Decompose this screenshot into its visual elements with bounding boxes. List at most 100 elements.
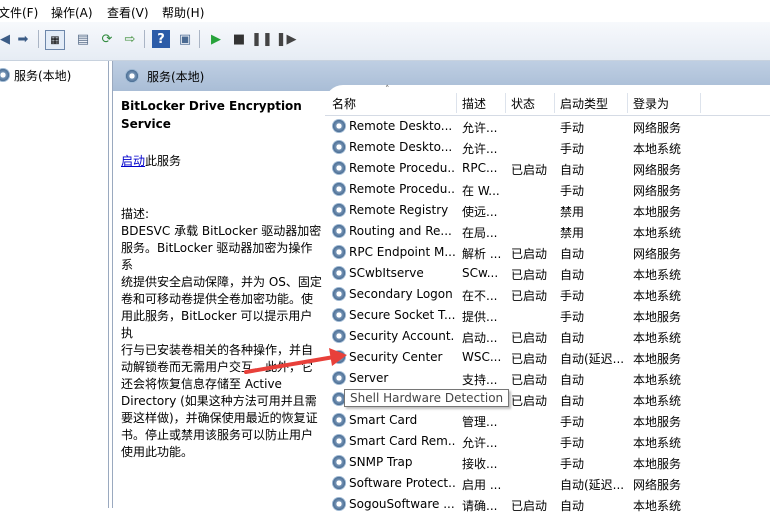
show-tree-icon[interactable]: ▦ — [45, 30, 65, 50]
menu-view[interactable]: 查看(V) — [107, 4, 149, 21]
description-text: BDESVC 承载 BitLocker 驱动器加密 服务。BitLocker 驱动… — [121, 223, 323, 461]
service-title-line: Service — [121, 117, 171, 131]
description-line: Directory (如果这种方法可用并且需 — [121, 394, 317, 408]
description-line: 统提供安全启动保障，并为 OS、固定 — [121, 275, 322, 289]
gear-icon — [0, 68, 10, 82]
menu-help[interactable]: 帮助(H) — [162, 4, 204, 21]
service-title: BitLocker Drive Encryption Service — [121, 97, 323, 133]
service-name: Secure Socket T... — [349, 308, 455, 322]
service-logon-as: 本地系统 — [633, 499, 682, 513]
column-divider[interactable] — [627, 93, 628, 113]
tree-item-local-services[interactable]: 服务(本地) — [0, 66, 71, 84]
forward-icon[interactable]: ➡ — [14, 30, 32, 48]
start-service-icon[interactable]: ▶ — [207, 30, 225, 48]
service-row[interactable]: Remote Registry 使远... 禁用 本地服务 — [325, 200, 770, 221]
service-name: Routing and Re... — [349, 224, 452, 238]
service-row[interactable]: Secondary Logon 在不... 已启动 手动 本地系统 — [325, 284, 770, 305]
service-name: Software Protect... — [349, 476, 455, 490]
service-row[interactable]: Smart Card 管理... 手动 本地服务 — [325, 410, 770, 431]
column-divider[interactable] — [456, 93, 457, 113]
service-row[interactable]: Remote Procedu... 在 W... 手动 网络服务 — [325, 179, 770, 200]
list-header: 名称 ˄ 描述 状态 启动类型 登录为 — [325, 85, 770, 116]
service-startup-type: 手动 — [560, 436, 585, 450]
service-status: 已启动 — [511, 373, 548, 387]
gear-icon — [332, 140, 346, 154]
service-row[interactable]: Remote Procedu... RPC... 已启动 自动 网络服务 — [325, 158, 770, 179]
toolbar-separator — [38, 30, 39, 48]
column-header-desc[interactable]: 描述 — [462, 95, 486, 112]
service-desc: 支持... — [462, 373, 498, 387]
service-logon-as: 本地服务 — [633, 205, 682, 219]
refresh-icon[interactable]: ⟳ — [98, 30, 116, 48]
service-row[interactable]: Remote Deskto... 允许... 手动 本地系统 — [325, 137, 770, 158]
stop-service-icon[interactable]: ■ — [230, 30, 248, 48]
column-header-status[interactable]: 状态 — [511, 95, 535, 112]
column-divider[interactable] — [554, 93, 555, 113]
service-row[interactable]: Server 支持... 已启动 自动 本地系统 — [325, 368, 770, 389]
description-line: 要这样做)，并确保使用最近的恢复证 — [121, 411, 318, 425]
service-row[interactable]: SCwbItserve SCw... 已启动 自动 本地系统 — [325, 263, 770, 284]
description-line: 行与已安装卷相关的各种操作，并自 — [121, 343, 314, 357]
service-row[interactable]: SogouSoftware ... 请确... 已启动 自动 本地系统 — [325, 494, 770, 515]
help-icon[interactable]: ? — [152, 30, 170, 48]
toolbar-separator — [144, 30, 145, 48]
pause-service-icon[interactable]: ❚❚ — [251, 30, 273, 48]
service-name: Server — [349, 371, 389, 385]
column-header-logon[interactable]: 登录为 — [633, 95, 669, 112]
description-body: 描述: BDESVC 承载 BitLocker 驱动器加密 服务。BitLocke… — [121, 206, 323, 461]
service-row[interactable]: Remote Deskto... 允许... 手动 网络服务 — [325, 116, 770, 137]
services-panel: 服务(本地) BitLocker Drive Encryption Servic… — [112, 61, 770, 513]
sort-ascending-icon: ˄ — [385, 85, 390, 95]
toolbar-separator — [199, 30, 200, 48]
column-header-startup[interactable]: 启动类型 — [560, 95, 608, 112]
console-icon[interactable]: ▣ — [176, 30, 194, 48]
gear-icon — [332, 329, 346, 343]
service-startup-type: 自动 — [560, 373, 585, 387]
service-name-tooltip: Shell Hardware Detection — [344, 389, 510, 407]
gear-icon — [332, 245, 346, 259]
service-title-line: BitLocker Drive Encryption — [121, 99, 302, 113]
toolbar: ◀ ➡ ▦ ▤ ⟳ ⇨ ? ▣ ▶ ■ ❚❚ ❚▶ — [0, 22, 770, 61]
service-row[interactable]: Smart Card Rem... 允许... 手动 本地系统 — [325, 431, 770, 452]
service-row[interactable]: Routing and Re... 在局... 禁用 本地系统 — [325, 221, 770, 242]
column-divider[interactable] — [700, 93, 701, 113]
column-divider[interactable] — [505, 93, 506, 113]
service-logon-as: 网络服务 — [633, 247, 682, 261]
service-logon-as: 本地系统 — [633, 331, 682, 345]
service-status: 已启动 — [511, 352, 548, 366]
service-row[interactable]: Security Center WSC... 已启动 自动(延迟... 本地服务 — [325, 347, 770, 368]
gear-icon — [332, 434, 346, 448]
service-logon-as: 本地服务 — [633, 457, 682, 471]
menu-bar: 文件(F) 操作(A) 查看(V) 帮助(H) — [0, 0, 770, 22]
gear-icon — [332, 413, 346, 427]
service-logon-as: 网络服务 — [633, 184, 682, 198]
menu-action[interactable]: 操作(A) — [51, 4, 93, 21]
column-header-name[interactable]: 名称 — [332, 95, 356, 112]
start-service-link[interactable]: 启动 — [121, 154, 145, 168]
gear-icon — [332, 350, 346, 364]
service-row[interactable]: SNMP Trap 接收... 手动 本地服务 — [325, 452, 770, 473]
service-logon-as: 本地服务 — [633, 352, 682, 366]
service-startup-type: 自动 — [560, 247, 585, 261]
service-name: SNMP Trap — [349, 455, 413, 469]
service-desc: 启动... — [462, 331, 498, 345]
service-desc: 允许... — [462, 121, 498, 135]
service-row[interactable]: Software Protect... 启用 ... 自动(延迟... 网络服务 — [325, 473, 770, 494]
service-logon-as: 本地系统 — [633, 226, 682, 240]
service-name: Remote Deskto... — [349, 119, 453, 133]
service-name: Remote Procedu... — [349, 161, 455, 175]
service-startup-type: 禁用 — [560, 205, 585, 219]
back-icon[interactable]: ◀ — [0, 30, 14, 48]
restart-service-icon[interactable]: ❚▶ — [276, 30, 297, 48]
service-logon-as: 本地系统 — [633, 289, 682, 303]
menu-file[interactable]: 文件(F) — [0, 4, 38, 21]
service-name: SogouSoftware ... — [349, 497, 455, 511]
gear-icon — [332, 371, 346, 385]
properties-icon[interactable]: ▤ — [74, 30, 92, 48]
service-row[interactable]: RPC Endpoint M... 解析 ... 已启动 自动 网络服务 — [325, 242, 770, 263]
service-row[interactable]: Secure Socket T... 提供... 手动 本地服务 — [325, 305, 770, 326]
service-logon-as: 本地系统 — [633, 394, 682, 408]
export-icon[interactable]: ⇨ — [121, 30, 139, 48]
service-row[interactable]: Security Account... 启动... 已启动 自动 本地系统 — [325, 326, 770, 347]
service-status: 已启动 — [511, 247, 548, 261]
